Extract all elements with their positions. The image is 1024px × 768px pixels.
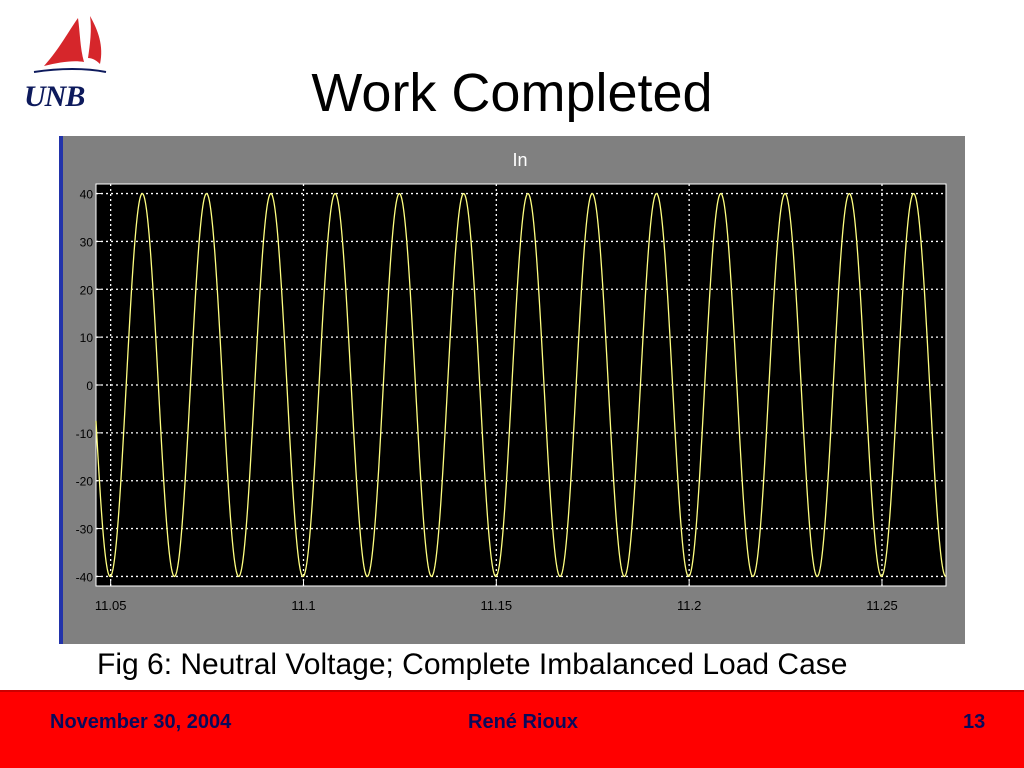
footer-page-number: 13 — [963, 711, 986, 733]
chart-title: In — [512, 150, 527, 170]
x-tick-label: 11.15 — [481, 598, 513, 613]
slide-title: Work Completed — [311, 63, 713, 123]
y-tick-label: -30 — [76, 523, 94, 537]
neutral-voltage-chart: In 40 30 20 10 0 -10 -20 -30 -40 11.05 11.1 11.15 1… — [59, 136, 965, 644]
figure-caption: Fig 6: Neutral Voltage; Complete Imbalan… — [97, 648, 848, 681]
y-tick-label: 10 — [80, 331, 94, 345]
figure-frame: In 40 30 20 10 0 -10 -20 -30 -40 11.05 11.1 11.15 1… — [59, 136, 965, 644]
x-tick-label: 11.1 — [291, 598, 315, 613]
y-tick-label: -20 — [76, 475, 94, 489]
x-tick-label: 11.2 — [677, 598, 701, 613]
y-tick-label: 0 — [86, 379, 93, 393]
footer-date: November 30, 2004 — [50, 711, 232, 733]
chart-frame-edge — [59, 136, 63, 644]
footer-author: René Rioux — [468, 711, 579, 733]
x-tick-label: 11.05 — [95, 598, 127, 613]
y-tick-label: 30 — [80, 235, 94, 249]
y-tick-label: -10 — [76, 427, 94, 441]
y-tick-label: 20 — [80, 283, 94, 297]
y-tick-label: -40 — [76, 570, 94, 584]
x-tick-label: 11.25 — [866, 598, 898, 613]
y-tick-label: 40 — [80, 188, 94, 202]
footer-bar: November 30, 2004 René Rioux 13 — [0, 690, 1024, 768]
